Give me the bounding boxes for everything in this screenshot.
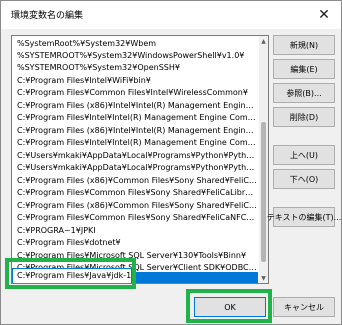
cancel-button[interactable]: キャンセル	[273, 297, 335, 317]
scroll-up-icon[interactable]: ▲	[259, 36, 268, 46]
delete-button[interactable]: 削除(D)	[273, 107, 335, 127]
move-down-button[interactable]: 下へ(O)	[273, 169, 335, 189]
move-up-button[interactable]: 上へ(U)	[273, 145, 335, 165]
vertical-scrollbar[interactable]: ▲ ▼	[259, 36, 268, 283]
edit-button[interactable]: 編集(E)	[273, 59, 335, 79]
title-bar: 環境変数名の編集 ✕	[1, 1, 341, 29]
scroll-down-icon[interactable]: ▼	[259, 273, 268, 283]
close-icon[interactable]: ✕	[307, 1, 341, 29]
edit-text-button[interactable]: テキストの編集(T)...	[267, 207, 341, 227]
edit-env-var-dialog: 環境変数名の編集 ✕ %SystemRoot%¥System32¥Wbem %S…	[0, 0, 342, 325]
browse-button[interactable]: 参照(B)...	[273, 83, 335, 103]
path-edit-input[interactable]: C:¥Program Files¥Java¥jdk-18	[12, 268, 132, 283]
path-list[interactable]: %SystemRoot%¥System32¥Wbem %SYSTEMROOT%¥…	[11, 35, 269, 284]
scroll-thumb[interactable]	[261, 122, 266, 262]
dialog-title: 環境変数名の編集	[11, 11, 84, 21]
ok-button[interactable]: OK	[194, 297, 266, 317]
new-button[interactable]: 新規(N)	[273, 35, 335, 55]
